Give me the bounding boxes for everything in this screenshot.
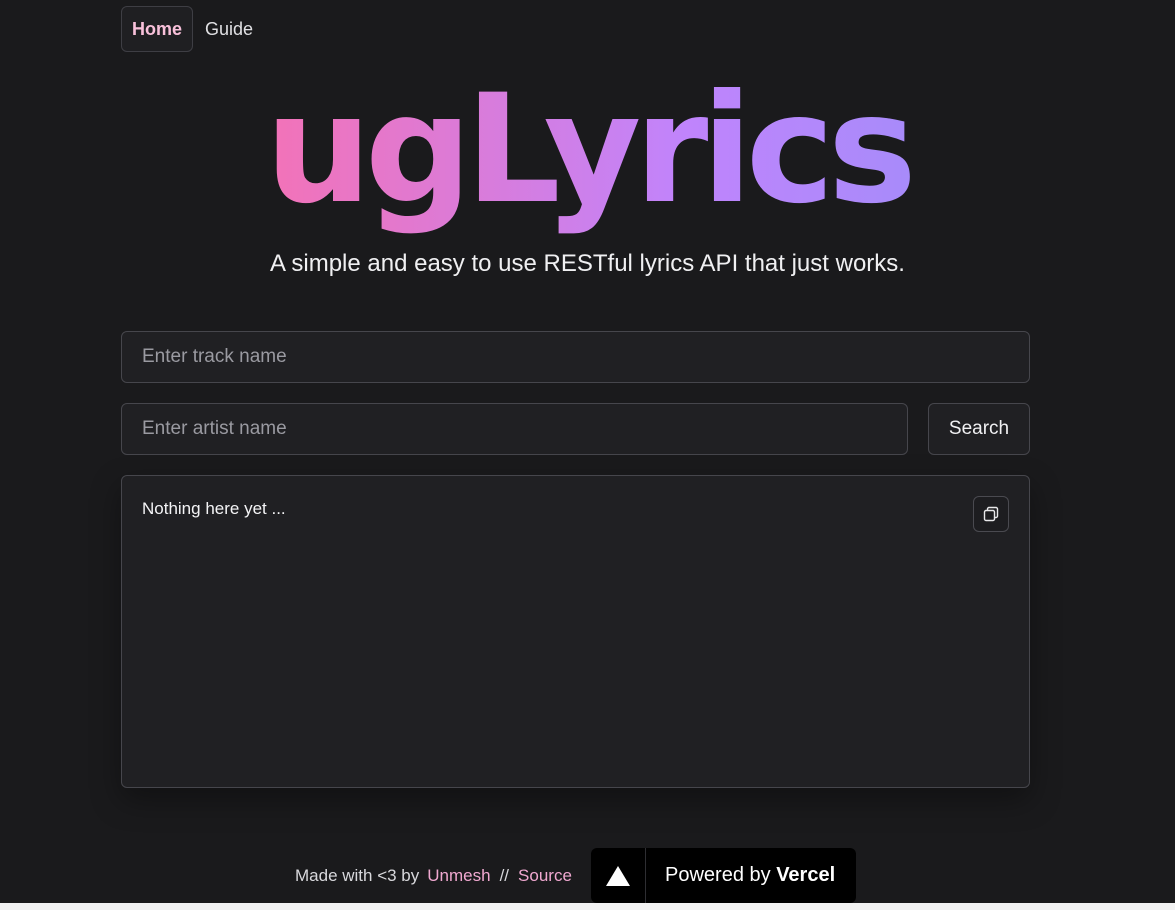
- footer-separator: //: [499, 865, 510, 885]
- author-link[interactable]: Unmesh: [427, 866, 490, 886]
- source-link[interactable]: Source: [518, 866, 572, 886]
- top-nav: Home Guide: [121, 6, 264, 52]
- footer-made-with: Made with <3 by: [295, 865, 420, 885]
- artist-name-input[interactable]: [121, 403, 908, 455]
- nav-guide[interactable]: Guide: [194, 6, 264, 52]
- app-logo: ugLyrics: [0, 55, 1175, 245]
- vercel-badge-prefix: Powered by: [665, 864, 771, 886]
- copy-icon: [983, 506, 999, 522]
- copy-button[interactable]: [973, 496, 1009, 532]
- vercel-triangle-icon: [606, 865, 630, 886]
- track-name-input[interactable]: [121, 331, 1030, 383]
- vercel-logo-box: [591, 848, 646, 903]
- lyrics-output-text: Nothing here yet ...: [142, 499, 286, 518]
- search-button[interactable]: Search: [928, 403, 1030, 455]
- vercel-badge-brand: Vercel: [776, 864, 836, 886]
- tagline: A simple and easy to use RESTful lyrics …: [270, 250, 905, 277]
- page-bottom-edge: [0, 903, 1175, 910]
- nav-home[interactable]: Home: [121, 6, 194, 52]
- lyrics-output-panel: Nothing here yet ...: [121, 475, 1030, 788]
- powered-by-vercel-badge[interactable]: Powered by Vercel: [591, 848, 856, 903]
- footer: Made with <3 by Unmesh // Source: [295, 848, 572, 903]
- vercel-badge-text: Powered by Vercel: [646, 864, 835, 887]
